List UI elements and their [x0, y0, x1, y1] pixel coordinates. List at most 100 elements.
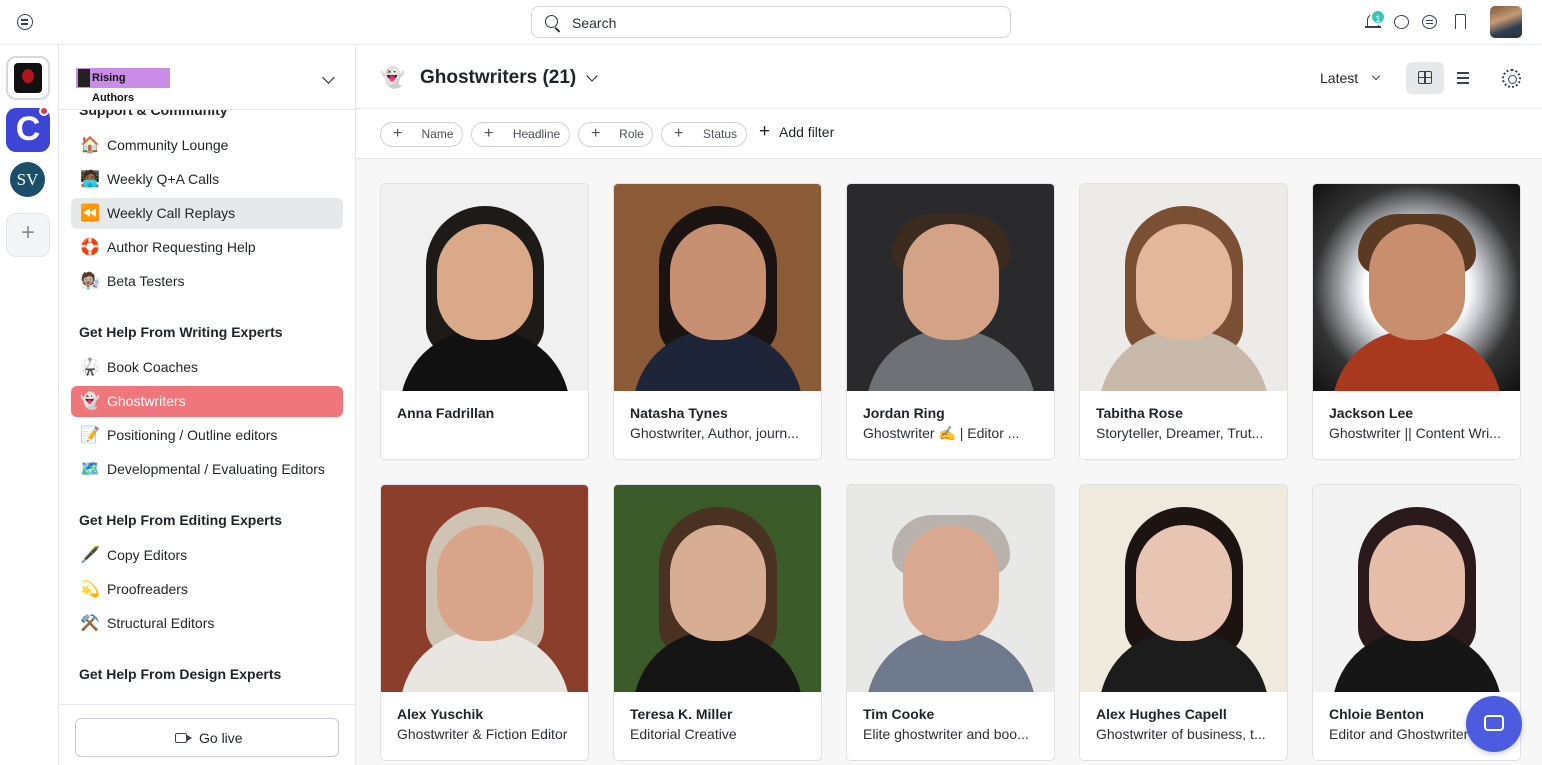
member-photo: [614, 184, 821, 391]
sv-logo-icon: SV: [10, 162, 45, 197]
search-bar[interactable]: [531, 6, 1011, 38]
scientist-icon: 🧑🏽‍🔬: [80, 273, 100, 290]
community-sv[interactable]: SV: [6, 160, 50, 204]
sidebar-item-author-requesting-help[interactable]: 🛟 Author Requesting Help: [71, 232, 343, 263]
page-title[interactable]: Ghostwriters (21): [420, 67, 576, 89]
sidebar-item-weekly-qa-calls[interactable]: 🧑🏾‍💻 Weekly Q+A Calls: [71, 164, 343, 195]
sidebar-item-proofreaders[interactable]: 💫 Proofreaders: [71, 574, 343, 605]
sidebar-item-structural-editors[interactable]: ⚒️ Structural Editors: [71, 608, 343, 639]
search-icon: [545, 15, 558, 28]
chevron-down-icon[interactable]: [586, 70, 598, 82]
top-bar: 1: [0, 0, 1542, 45]
list-icon: [1457, 72, 1469, 74]
filter-name-chip[interactable]: Name: [380, 122, 463, 147]
section-editing-experts[interactable]: Get Help From Editing Experts: [79, 512, 282, 528]
community-rising-authors[interactable]: [6, 56, 50, 100]
fountain-pen-icon: 🖋️: [80, 547, 100, 564]
sidebar-item-copy-editors[interactable]: 🖋️ Copy Editors: [71, 540, 343, 571]
member-name: Tabitha Rose: [1096, 405, 1183, 421]
section-writing-experts[interactable]: Get Help From Writing Experts: [79, 324, 283, 340]
member-name: Natasha Tynes: [630, 405, 728, 421]
add-community-button[interactable]: +: [6, 213, 50, 257]
menu-icon[interactable]: [17, 14, 33, 30]
go-live-button[interactable]: Go live: [75, 718, 339, 757]
house-icon: 🏠: [80, 137, 100, 154]
user-avatar[interactable]: [1490, 6, 1522, 38]
member-name: Tim Cooke: [863, 706, 935, 722]
sidebar-item-label: Beta Testers: [107, 273, 185, 289]
sidebar-item-weekly-call-replays[interactable]: ⏪ Weekly Call Replays: [71, 198, 343, 229]
member-card[interactable]: Tim Cooke Elite ghostwriter and boo...: [846, 484, 1055, 761]
sidebar: Rising Authors Support & Community 🏠 Comm…: [59, 45, 356, 765]
sidebar-item-ghostwriters[interactable]: 👻 Ghostwriters: [71, 386, 343, 417]
add-filter-button[interactable]: Add filter: [759, 121, 834, 143]
filter-role-chip[interactable]: Role: [578, 122, 653, 147]
member-card[interactable]: Jackson Lee Ghostwriter || Content Wri..…: [1312, 183, 1521, 460]
chat-bubble-icon: [1484, 715, 1504, 731]
sort-dropdown[interactable]: Latest: [1320, 70, 1358, 86]
go-live-label: Go live: [199, 730, 243, 746]
grid-view-button[interactable]: [1406, 62, 1444, 94]
go-live-footer: Go live: [59, 704, 355, 765]
chat-threads-icon[interactable]: [1421, 13, 1439, 31]
main-content: 👻 Ghostwriters (21) Latest Name Headline…: [356, 45, 1542, 765]
technologist-icon: 🧑🏾‍💻: [80, 171, 100, 188]
community-logo[interactable]: Rising Authors: [76, 68, 170, 104]
bookmark-icon[interactable]: [1452, 13, 1470, 31]
sidebar-item-beta-testers[interactable]: 🧑🏽‍🔬 Beta Testers: [71, 266, 343, 297]
video-camera-icon: [175, 733, 192, 743]
member-headline: Elite ghostwriter and boo...: [863, 726, 1029, 742]
rewind-icon: ⏪: [80, 205, 100, 222]
member-grid: Anna Fadrillan Natasha Tynes Ghostwriter…: [380, 183, 1522, 765]
settings-gear-icon[interactable]: [1502, 69, 1521, 88]
search-input[interactable]: [572, 13, 992, 33]
chat-support-button[interactable]: [1466, 696, 1522, 752]
section-design-experts[interactable]: Get Help From Design Experts: [79, 666, 281, 682]
filter-headline-chip[interactable]: Headline: [471, 122, 570, 147]
list-icon-line: [1457, 77, 1469, 79]
sidebar-item-label: Structural Editors: [107, 615, 215, 631]
filter-status-chip[interactable]: Status: [661, 122, 747, 147]
member-card[interactable]: Alex Hughes Capell Ghostwriter of busine…: [1079, 484, 1288, 761]
member-headline: Ghostwriter ✍️ | Editor ...: [863, 425, 1020, 441]
member-card[interactable]: Jordan Ring Ghostwriter ✍️ | Editor ...: [846, 183, 1055, 460]
space-header: 👻 Ghostwriters (21) Latest: [356, 45, 1542, 109]
ghost-icon: 👻: [80, 393, 100, 410]
rose-logo-icon: [14, 63, 42, 93]
community-c[interactable]: C: [6, 106, 50, 152]
filter-bar: Name Headline Role Status Add filter: [356, 109, 1542, 159]
member-headline: Storyteller, Dreamer, Trut...: [1096, 425, 1264, 441]
member-photo: [1313, 485, 1520, 692]
sidebar-item-book-coaches[interactable]: 🥋 Book Coaches: [71, 352, 343, 383]
section-support-community[interactable]: Support & Community: [79, 110, 228, 118]
member-card[interactable]: Alex Yuschik Ghostwriter & Fiction Edito…: [380, 484, 589, 761]
sidebar-item-label: Proofreaders: [107, 581, 188, 597]
member-name: Alex Hughes Capell: [1096, 706, 1227, 722]
member-card[interactable]: Tabitha Rose Storyteller, Dreamer, Trut.…: [1079, 183, 1288, 460]
member-headline: Ghostwriter, Author, journ...: [630, 425, 799, 441]
member-card[interactable]: Teresa K. Miller Editorial Creative: [613, 484, 822, 761]
member-name: Chloie Benton: [1329, 706, 1424, 722]
list-view-button[interactable]: [1446, 62, 1480, 94]
messages-icon[interactable]: [1393, 13, 1411, 31]
member-headline: Ghostwriter & Fiction Editor: [397, 726, 568, 742]
member-headline: Editorial Creative: [630, 726, 737, 742]
member-photo: [847, 184, 1054, 391]
sidebar-item-positioning-outline-editors[interactable]: 📝 Positioning / Outline editors: [71, 420, 343, 451]
sidebar-item-community-lounge[interactable]: 🏠 Community Lounge: [71, 130, 343, 161]
member-card[interactable]: Anna Fadrillan: [380, 183, 589, 460]
martial-arts-uniform-icon: 🥋: [80, 359, 100, 376]
member-card[interactable]: Natasha Tynes Ghostwriter, Author, journ…: [613, 183, 822, 460]
sidebar-item-label: Author Requesting Help: [107, 239, 256, 255]
c-logo-icon: C: [15, 110, 41, 148]
sidebar-item-label: Weekly Q+A Calls: [107, 171, 220, 187]
ghost-icon: 👻: [380, 67, 405, 89]
member-headline: Ghostwriter || Content Wri...: [1329, 425, 1501, 441]
memo-icon: 📝: [80, 427, 100, 444]
sort-chevron-icon[interactable]: [1371, 71, 1381, 81]
dizzy-icon: 💫: [80, 581, 100, 598]
chevron-down-icon[interactable]: [322, 71, 335, 84]
sidebar-item-label: Ghostwriters: [107, 393, 186, 409]
sidebar-item-label: Developmental / Evaluating Editors: [107, 461, 325, 477]
sidebar-item-developmental-editors[interactable]: 🗺️ Developmental / Evaluating Editors: [71, 454, 343, 485]
